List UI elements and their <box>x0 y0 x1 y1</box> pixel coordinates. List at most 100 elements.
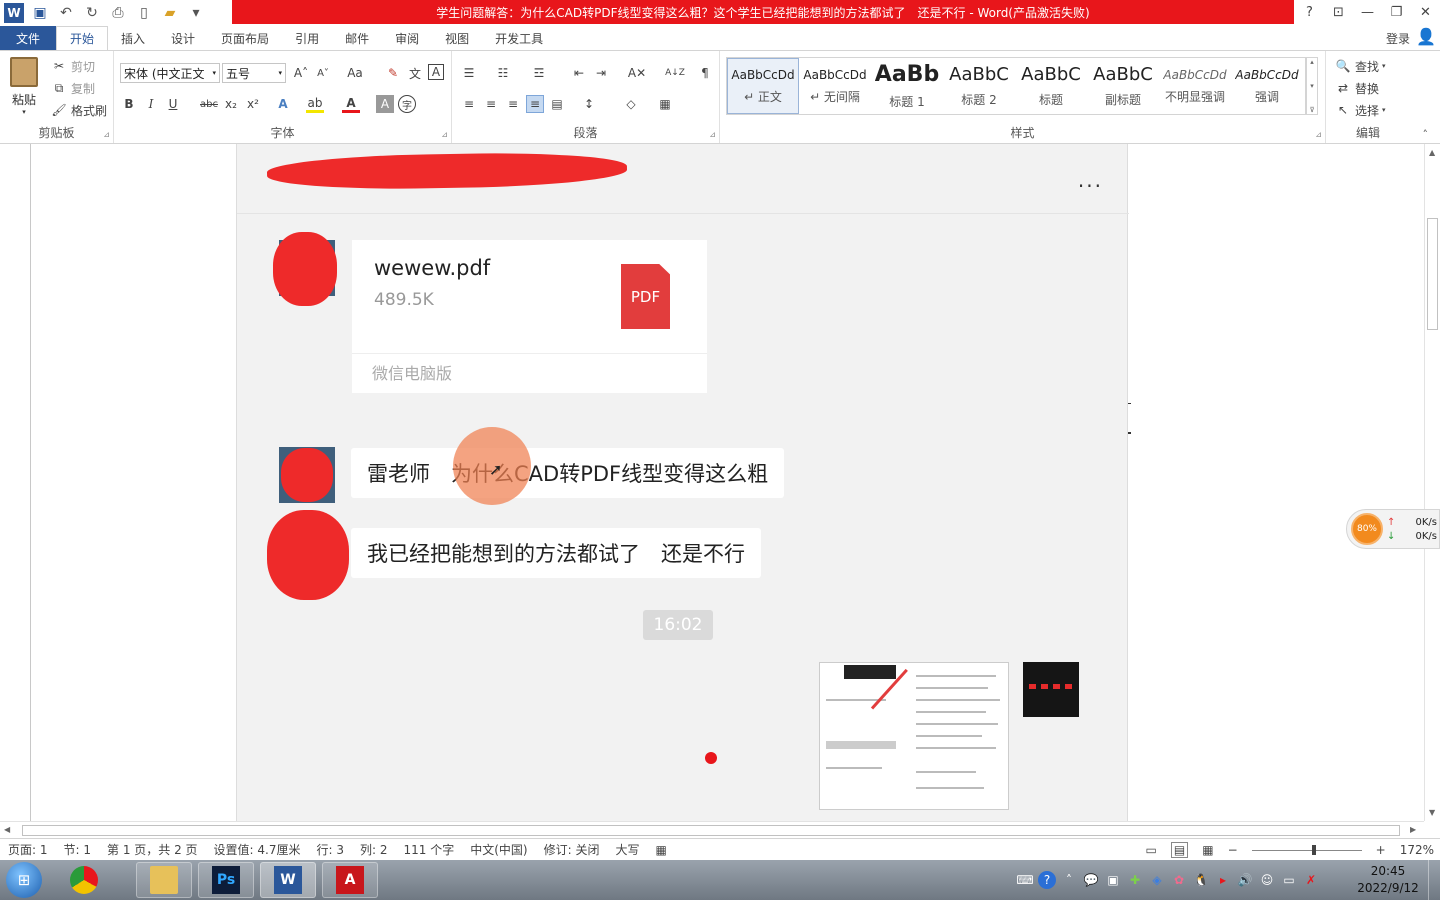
qq-icon[interactable]: 🐧 <box>1192 871 1210 889</box>
align-right-icon[interactable]: ≡ <box>504 95 522 113</box>
print-layout-icon[interactable]: ▤ <box>1170 842 1189 858</box>
status-track-changes[interactable]: 修订: 关闭 <box>536 841 608 858</box>
find-button[interactable]: 🔍 查找 ▾ <box>1334 57 1386 75</box>
app-tray-icon[interactable]: ▣ <box>1104 871 1122 889</box>
bold-button[interactable]: B <box>120 95 138 113</box>
network-speed-widget[interactable]: 80% ↑ 0K/s ↓ 0K/s <box>1346 509 1440 549</box>
print-preview-icon[interactable]: ⎙ <box>108 3 128 23</box>
select-button[interactable]: ↖ 选择 ▾ <box>1334 101 1386 119</box>
status-caps[interactable]: 大写 <box>607 841 647 858</box>
styles-launcher-icon[interactable]: ⊿ <box>1315 130 1322 139</box>
align-left-icon[interactable]: ≡ <box>460 95 478 113</box>
action-center-icon[interactable]: ✗ <box>1302 871 1320 889</box>
phonetic-guide-icon[interactable]: 文 <box>406 64 424 82</box>
replace-button[interactable]: ⇄ 替换 <box>1334 79 1379 97</box>
align-center-icon[interactable]: ≡ <box>482 95 500 113</box>
underline-button[interactable]: U <box>164 95 182 113</box>
style-subtle-emphasis[interactable]: AaBbCcDd 不明显强调 <box>1159 58 1231 114</box>
character-border-icon[interactable]: A <box>428 64 444 80</box>
tab-mailings[interactable]: 邮件 <box>332 26 382 50</box>
zoom-level[interactable]: 172% <box>1400 843 1434 857</box>
taskbar-app-word[interactable]: W <box>260 862 316 898</box>
image-message-thumbnail[interactable] <box>819 662 1009 810</box>
collapse-ribbon-icon[interactable]: ˄ <box>1423 128 1429 141</box>
help-tray-icon[interactable]: ? <box>1038 871 1056 889</box>
grow-font-icon[interactable]: A˄ <box>292 64 310 82</box>
copy-button[interactable]: ⧉ 复制 <box>50 79 95 97</box>
status-line[interactable]: 行: 3 <box>308 841 352 858</box>
zoom-slider-knob[interactable] <box>1312 844 1317 855</box>
undo-icon[interactable]: ↶ <box>56 3 76 23</box>
show-marks-icon[interactable]: ¶ <box>696 64 714 82</box>
font-size-select[interactable]: 五号 ▾ <box>222 63 286 83</box>
sort-icon[interactable]: A↓Z <box>664 64 686 82</box>
tab-review[interactable]: 审阅 <box>382 26 432 50</box>
keyboard-icon[interactable]: ⌨ <box>1016 871 1034 889</box>
tab-design[interactable]: 设计 <box>158 26 208 50</box>
chat-message-bubble[interactable]: 雷老师 为什么CAD转PDF线型变得这么粗 <box>351 448 785 498</box>
style-heading-2[interactable]: AaBbC 标题 2 <box>943 58 1015 114</box>
style-subtitle[interactable]: AaBbC 副标题 <box>1087 58 1159 114</box>
style-title[interactable]: AaBbC 标题 <box>1015 58 1087 114</box>
multilevel-list-icon[interactable]: ☲ <box>530 64 548 82</box>
start-button[interactable]: ⊞ <box>6 862 42 898</box>
horizontal-scroll-thumb[interactable] <box>22 825 1400 836</box>
close-button[interactable]: ✕ <box>1411 0 1440 24</box>
zoom-in-icon[interactable]: + <box>1376 843 1386 857</box>
font-launcher-icon[interactable]: ⊿ <box>441 130 448 139</box>
paste-button[interactable]: 粘贴 ▾ <box>6 57 42 119</box>
font-name-select[interactable]: 宋体 (中文正文 ▾ <box>120 63 220 83</box>
network-icon[interactable]: ▭ <box>1280 871 1298 889</box>
zoom-slider[interactable] <box>1251 844 1362 855</box>
tab-home[interactable]: 开始 <box>56 26 109 50</box>
status-position[interactable]: 设置值: 4.7厘米 <box>206 841 309 858</box>
open-folder-icon[interactable]: ▰ <box>160 3 180 23</box>
tab-page-layout[interactable]: 页面布局 <box>208 26 282 50</box>
line-spacing-icon[interactable]: ↕ <box>580 95 598 113</box>
status-section[interactable]: 节: 1 <box>56 841 100 858</box>
vertical-scroll-thumb[interactable] <box>1427 218 1438 330</box>
status-page[interactable]: 页面: 1 <box>0 841 56 858</box>
redo-icon[interactable]: ↻ <box>82 3 102 23</box>
decrease-indent-icon[interactable]: ⇤ <box>570 64 588 82</box>
gallery-more-icon[interactable]: ⊽ <box>1309 106 1314 114</box>
help-button[interactable]: ? <box>1295 0 1324 24</box>
tab-insert[interactable]: 插入 <box>108 26 158 50</box>
scroll-left-icon[interactable]: ◀ <box>4 825 10 834</box>
paragraph-shading-icon[interactable]: ◇ <box>622 95 640 113</box>
taskbar-app-chrome[interactable] <box>56 862 112 898</box>
ribbon-display-options-button[interactable]: ⊡ <box>1324 0 1353 24</box>
zoom-out-icon[interactable]: − <box>1228 843 1238 857</box>
restore-button[interactable]: ❐ <box>1382 0 1411 24</box>
app-tray-icon[interactable]: ◈ <box>1148 871 1166 889</box>
minimize-button[interactable]: — <box>1353 0 1382 24</box>
document-canvas[interactable]: ... wewew.pdf 489.5K PDF 微信电脑版 雷老师 为什么CA… <box>0 144 1424 821</box>
app-tray-icon[interactable]: ☺ <box>1258 871 1276 889</box>
italic-button[interactable]: I <box>142 95 160 113</box>
paragraph-borders-icon[interactable]: ▦ <box>656 95 674 113</box>
style-no-spacing[interactable]: AaBbCcDd ↵ 无间隔 <box>799 58 871 114</box>
style-normal[interactable]: AaBbCcDd ↵ 正文 <box>727 58 799 114</box>
new-document-icon[interactable]: ▯ <box>134 3 154 23</box>
taskbar-app-photoshop[interactable]: Ps <box>198 862 254 898</box>
bullets-icon[interactable]: ☰ <box>460 64 478 82</box>
taskbar-clock[interactable]: 20:45 2022/9/12 <box>1356 863 1420 897</box>
scroll-up-icon[interactable]: ▲ <box>1429 148 1435 157</box>
read-mode-icon[interactable]: ▭ <box>1146 843 1157 857</box>
highlight-color-icon[interactable]: ab <box>306 95 324 113</box>
login-link[interactable]: 登录 <box>1386 30 1410 47</box>
web-layout-icon[interactable]: ▦ <box>1202 843 1213 857</box>
taskbar-app-explorer[interactable] <box>136 862 192 898</box>
tab-developer[interactable]: 开发工具 <box>482 26 556 50</box>
app-tray-icon[interactable]: ✿ <box>1170 871 1188 889</box>
scroll-down-icon[interactable]: ▼ <box>1429 808 1435 817</box>
tab-references[interactable]: 引用 <box>282 26 332 50</box>
change-case-icon[interactable]: Aa <box>342 64 368 82</box>
status-column[interactable]: 列: 2 <box>352 841 396 858</box>
style-emphasis[interactable]: AaBbCcDd 强调 <box>1231 58 1303 114</box>
tab-view[interactable]: 视图 <box>432 26 482 50</box>
scroll-right-icon[interactable]: ▶ <box>1410 825 1416 834</box>
more-options-icon[interactable]: ... <box>1078 168 1103 192</box>
tab-file[interactable]: 文件 <box>0 26 56 50</box>
strikethrough-button[interactable]: abc <box>198 95 220 113</box>
